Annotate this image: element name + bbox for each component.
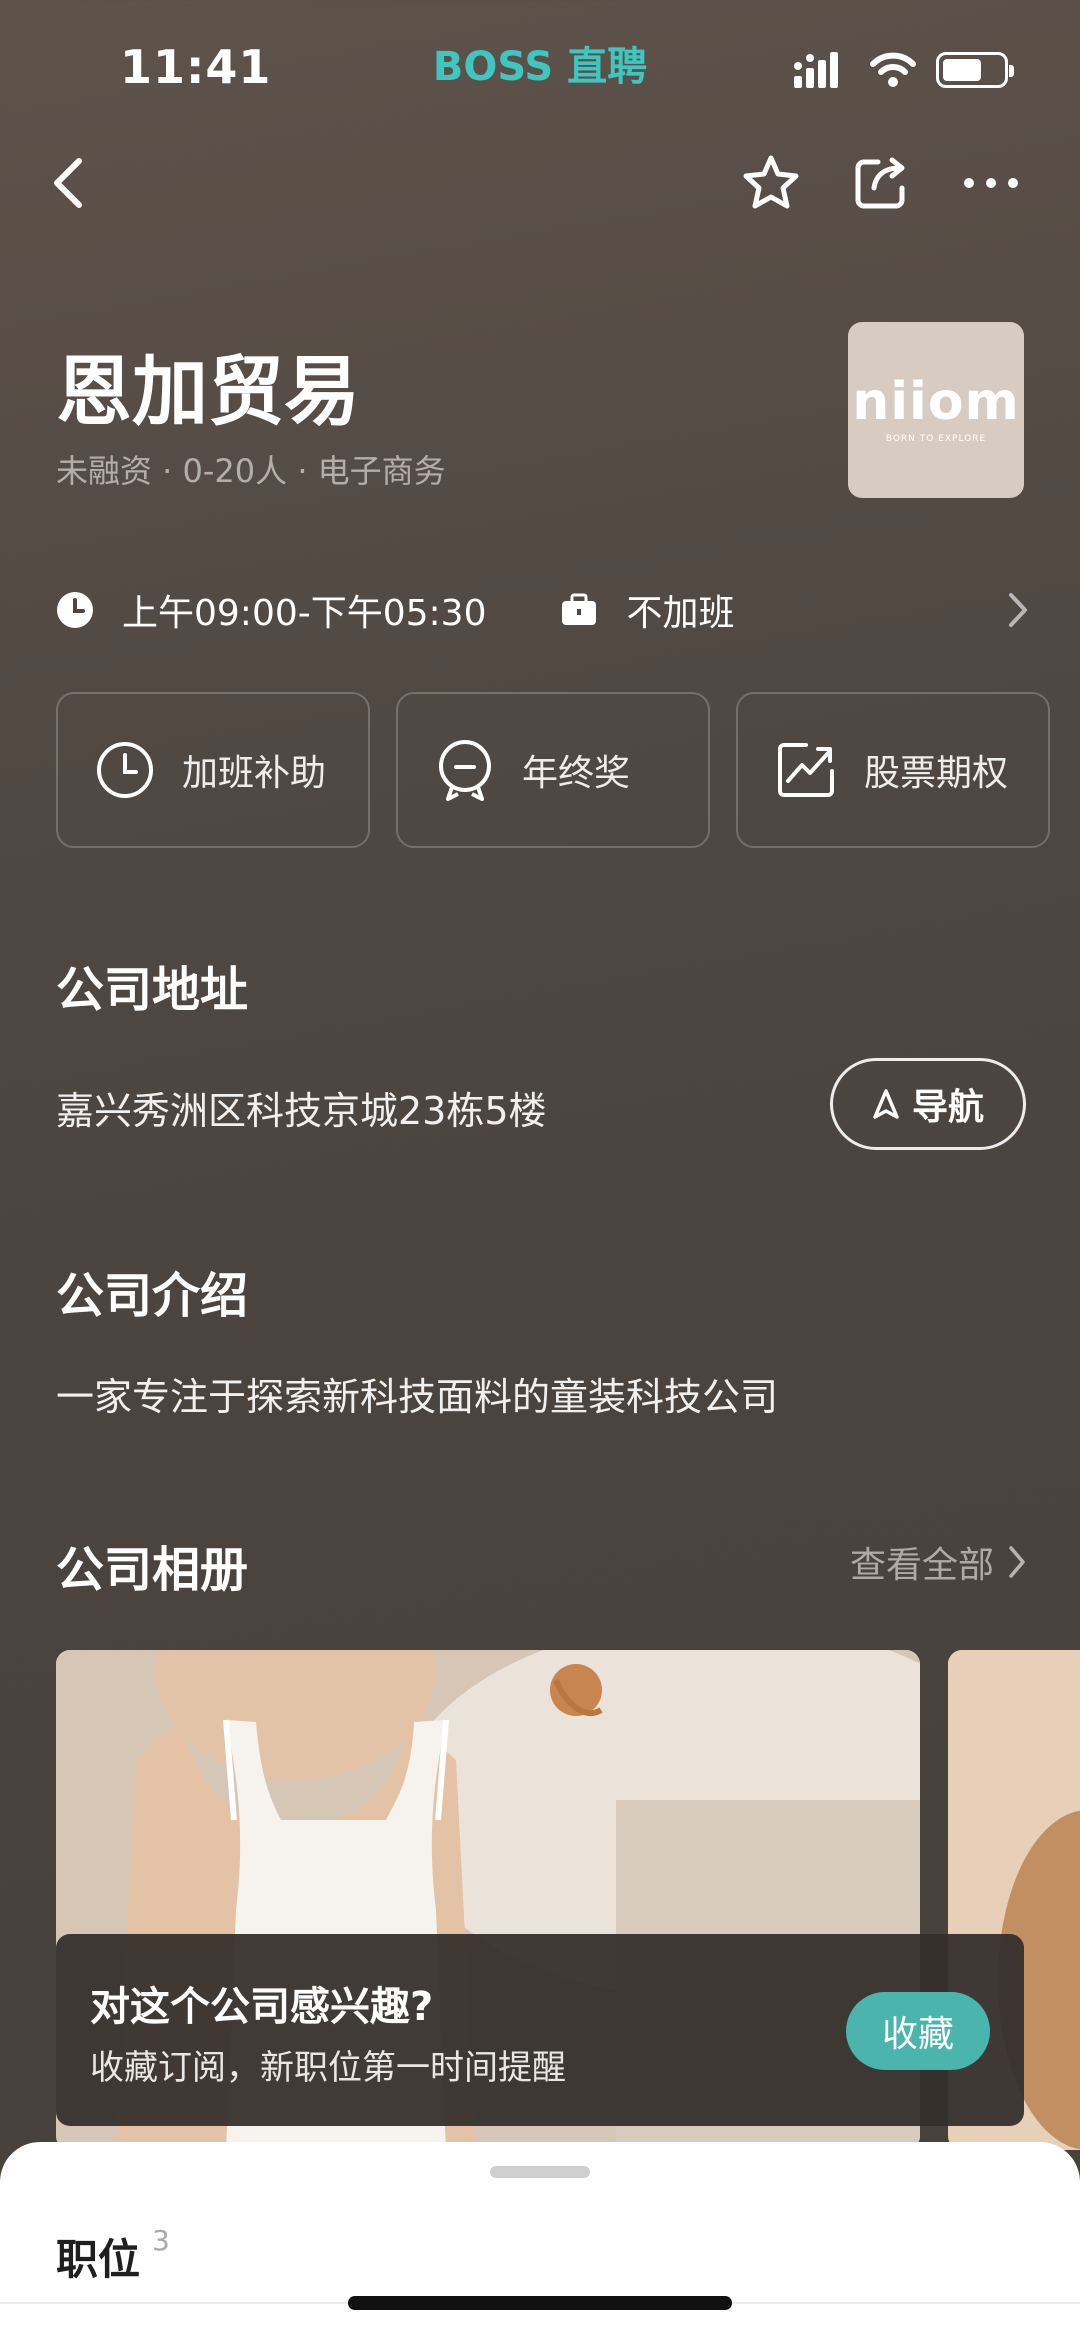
benefit-label: 加班补助 <box>182 753 327 794</box>
company-logo: niiom BORN TO EXPLORE <box>848 322 1024 498</box>
company-meta: 未融资 · 0-20人 · 电子商务 <box>56 452 446 490</box>
logo-tagline: BORN TO EXPLORE <box>885 434 987 444</box>
more-button[interactable] <box>946 138 1036 228</box>
subscribe-banner: 对这个公司感兴趣? 收藏订阅，新职位第一时间提醒 收藏 <box>56 1934 1024 2126</box>
banner-subtitle: 收藏订阅，新职位第一时间提醒 <box>90 2048 566 2088</box>
benefit-card-overtime-pay[interactable]: 加班补助 <box>56 692 370 848</box>
album-section-title: 公司相册 <box>56 1542 249 1598</box>
benefit-card-bonus[interactable]: 年终奖 <box>396 692 710 848</box>
chart-icon <box>778 743 834 797</box>
status-icons <box>794 52 1014 88</box>
see-all-label: 查看全部 <box>849 1545 994 1586</box>
clock-icon <box>97 742 153 798</box>
chevron-right-icon <box>1009 1546 1025 1578</box>
chevron-right-icon <box>1009 593 1027 627</box>
navigate-label: 导航 <box>911 1087 984 1128</box>
jobs-count: 3 <box>152 2224 170 2257</box>
logo-wordmark: niiom <box>852 372 1020 432</box>
benefit-label: 股票期权 <box>864 753 1009 794</box>
intro-section-title: 公司介绍 <box>56 1268 249 1324</box>
company-name: 恩加贸易 <box>56 347 360 436</box>
signal-icon <box>794 52 838 88</box>
navigate-button[interactable]: 导航 <box>830 1058 1026 1150</box>
back-button[interactable] <box>24 138 114 228</box>
briefcase-icon <box>562 593 597 625</box>
favorite-button[interactable] <box>726 138 816 228</box>
back-icon <box>54 158 82 208</box>
medal-icon <box>439 740 491 801</box>
intro-text: 一家专注于探索新科技面料的童装科技公司 <box>56 1375 779 1419</box>
work-hours-text: 上午09:00-下午05:30 <box>122 593 487 634</box>
benefit-card-stock-options[interactable]: 股票期权 <box>736 692 1050 848</box>
address-text: 嘉兴秀洲区科技京城23栋5楼 <box>56 1089 547 1133</box>
benefit-label: 年终奖 <box>522 753 631 794</box>
overtime-text: 不加班 <box>626 593 735 634</box>
star-icon <box>743 155 799 209</box>
battery-icon <box>936 52 1014 88</box>
see-all-link[interactable]: 查看全部 <box>850 1536 1026 1588</box>
work-hours-row[interactable]: 上午09:00-下午05:30 不加班 <box>56 580 1028 640</box>
sheet-drag-handle[interactable] <box>490 2166 590 2178</box>
share-button[interactable] <box>836 138 926 228</box>
battery-level <box>943 59 981 81</box>
banner-title: 对这个公司感兴趣? <box>90 1984 434 2030</box>
more-icon <box>964 178 1018 188</box>
clock-filled-icon <box>57 592 93 628</box>
navigation-arrow-icon <box>873 1089 899 1119</box>
home-indicator[interactable] <box>348 2296 732 2310</box>
address-section-title: 公司地址 <box>56 962 249 1018</box>
collect-button[interactable]: 收藏 <box>846 1992 990 2070</box>
share-icon <box>855 157 905 209</box>
wifi-icon <box>870 52 916 87</box>
jobs-tab-title: 职位 <box>56 2235 141 2284</box>
